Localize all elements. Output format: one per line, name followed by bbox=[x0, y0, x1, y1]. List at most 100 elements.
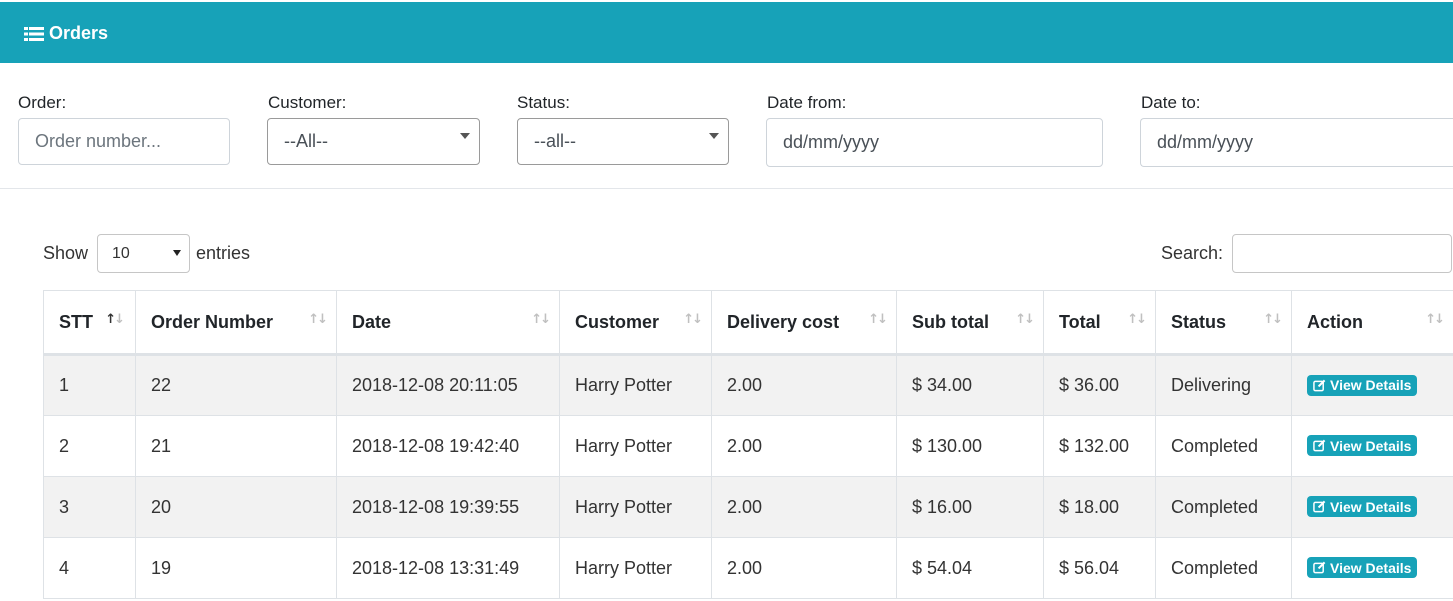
entries-length-value: 10 bbox=[112, 244, 130, 262]
cell-date: 2018-12-08 19:42:40 bbox=[336, 415, 560, 477]
cell-action: View Details bbox=[1291, 354, 1453, 416]
chevron-down-icon bbox=[173, 250, 181, 256]
column-header-date[interactable]: Date ↑↓ bbox=[336, 290, 560, 356]
view-details-button[interactable]: View Details bbox=[1307, 496, 1418, 517]
cell-date: 2018-12-08 19:39:55 bbox=[336, 476, 560, 538]
cell-order-number: 19 bbox=[135, 537, 337, 599]
cell-sub-total: $ 16.00 bbox=[896, 476, 1044, 538]
sort-icon: ↑↓ bbox=[531, 312, 551, 327]
column-header-action[interactable]: Action ↑↓ bbox=[1291, 290, 1453, 356]
orders-header: Orders bbox=[0, 2, 1453, 63]
column-header-label: Action bbox=[1307, 311, 1363, 332]
cell-stt: 4 bbox=[43, 537, 136, 599]
status-select[interactable]: --all-- bbox=[517, 118, 729, 165]
status-filter-label: Status: bbox=[517, 93, 570, 112]
cell-delivery-cost: 2.00 bbox=[711, 415, 897, 477]
view-details-label: View Details bbox=[1330, 498, 1412, 515]
view-details-label: View Details bbox=[1330, 559, 1412, 576]
column-header-status[interactable]: Status ↑↓ bbox=[1155, 290, 1292, 356]
order-filter-label: Order: bbox=[18, 93, 67, 112]
column-header-label: Customer bbox=[575, 311, 660, 332]
customer-filter-label: Customer: bbox=[268, 93, 347, 112]
date-to-label: Date to: bbox=[1141, 93, 1201, 112]
sort-icon: ↑↓ bbox=[1263, 312, 1283, 327]
cell-stt: 1 bbox=[43, 354, 136, 416]
date-from-input[interactable]: dd/mm/yyyy bbox=[766, 118, 1103, 167]
cell-delivery-cost: 2.00 bbox=[711, 476, 897, 538]
cell-total: $ 56.04 bbox=[1043, 537, 1156, 599]
edit-icon bbox=[1313, 439, 1326, 452]
cell-sub-total: $ 34.00 bbox=[896, 354, 1044, 416]
cell-customer: Harry Potter bbox=[559, 537, 712, 599]
sort-icon: ↑↓ bbox=[868, 312, 888, 327]
order-number-input[interactable]: Order number... bbox=[18, 118, 230, 165]
view-details-button[interactable]: View Details bbox=[1307, 374, 1418, 396]
cell-delivery-cost: 2.00 bbox=[711, 537, 897, 599]
table-header-row: STT ↑↓ Order Number ↑↓ Date ↑↓ Customer ↑↓ Deliv… bbox=[43, 290, 1453, 356]
sort-icon: ↑↓ bbox=[1425, 312, 1445, 327]
cell-stt: 3 bbox=[43, 476, 136, 538]
column-header-label: Sub total bbox=[912, 311, 989, 332]
cell-status: Completed bbox=[1155, 476, 1292, 538]
cell-customer: Harry Potter bbox=[559, 476, 712, 538]
cell-total: $ 18.00 bbox=[1043, 476, 1156, 538]
column-header-customer[interactable]: Customer ↑↓ bbox=[559, 290, 712, 356]
customer-select[interactable]: --All-- bbox=[267, 118, 480, 165]
edit-icon bbox=[1313, 379, 1326, 391]
edit-icon bbox=[1313, 500, 1326, 513]
cell-status: Completed bbox=[1155, 415, 1292, 477]
entries-length-select[interactable]: 10 bbox=[97, 234, 190, 273]
cell-delivery-cost: 2.00 bbox=[711, 354, 897, 416]
search-label: Search: bbox=[1161, 243, 1224, 263]
date-to-input[interactable]: dd/mm/yyyy bbox=[1140, 118, 1453, 167]
cell-action: View Details bbox=[1291, 537, 1453, 599]
cell-status: Completed bbox=[1155, 537, 1292, 599]
table-row: 1 22 2018-12-08 20:11:05 Harry Potter 2.00 $ … bbox=[43, 354, 1453, 416]
cell-stt: 2 bbox=[43, 415, 136, 477]
column-header-order-number[interactable]: Order Number ↑↓ bbox=[135, 290, 337, 356]
cell-order-number: 21 bbox=[135, 415, 337, 477]
cell-date: 2018-12-08 13:31:49 bbox=[336, 537, 560, 599]
chevron-down-icon bbox=[709, 133, 719, 139]
sort-icon: ↑↓ bbox=[105, 312, 125, 327]
edit-icon bbox=[1313, 561, 1326, 574]
sort-icon: ↑↓ bbox=[1127, 312, 1147, 327]
table-row: 2 21 2018-12-08 19:42:40 Harry Potter 2.00 $ … bbox=[43, 415, 1453, 477]
table-row: 4 19 2018-12-08 13:31:49 Harry Potter 2.00 $ … bbox=[43, 537, 1453, 599]
cell-customer: Harry Potter bbox=[559, 415, 712, 477]
column-header-sub-total[interactable]: Sub total ↑↓ bbox=[896, 290, 1044, 356]
chevron-down-icon bbox=[460, 133, 470, 139]
search-input[interactable] bbox=[1232, 234, 1452, 273]
list-icon bbox=[24, 26, 44, 41]
order-number-placeholder: Order number... bbox=[35, 131, 162, 151]
view-details-label: View Details bbox=[1330, 437, 1412, 454]
entries-label: entries bbox=[196, 243, 251, 263]
show-label: Show bbox=[43, 243, 89, 263]
sort-icon: ↑↓ bbox=[683, 312, 703, 327]
date-from-value: dd/mm/yyyy bbox=[783, 132, 880, 152]
column-header-label: Delivery cost bbox=[727, 311, 840, 332]
view-details-button[interactable]: View Details bbox=[1307, 435, 1418, 456]
cell-total: $ 36.00 bbox=[1043, 354, 1156, 416]
date-from-label: Date from: bbox=[767, 93, 847, 112]
cell-action: View Details bbox=[1291, 415, 1453, 477]
cell-status: Delivering bbox=[1155, 354, 1292, 416]
column-header-stt[interactable]: STT ↑↓ bbox=[43, 290, 136, 356]
table-row: 3 20 2018-12-08 19:39:55 Harry Potter 2.00 $ … bbox=[43, 476, 1453, 538]
cell-date: 2018-12-08 20:11:05 bbox=[336, 354, 560, 416]
view-details-button[interactable]: View Details bbox=[1307, 557, 1418, 578]
column-header-label: STT bbox=[59, 311, 93, 332]
status-select-value: --all-- bbox=[534, 131, 576, 151]
sort-icon: ↑↓ bbox=[1015, 312, 1035, 327]
customer-select-value: --All-- bbox=[284, 131, 328, 151]
sort-icon: ↑↓ bbox=[308, 312, 328, 327]
orders-table: STT ↑↓ Order Number ↑↓ Date ↑↓ Customer ↑↓ Deliv… bbox=[43, 290, 1453, 599]
column-header-total[interactable]: Total ↑↓ bbox=[1043, 290, 1156, 356]
cell-total: $ 132.00 bbox=[1043, 415, 1156, 477]
filter-divider bbox=[0, 188, 1453, 189]
column-header-delivery-cost[interactable]: Delivery cost ↑↓ bbox=[711, 290, 897, 356]
cell-customer: Harry Potter bbox=[559, 354, 712, 416]
view-details-label: View Details bbox=[1330, 377, 1412, 393]
cell-sub-total: $ 54.04 bbox=[896, 537, 1044, 599]
cell-sub-total: $ 130.00 bbox=[896, 415, 1044, 477]
